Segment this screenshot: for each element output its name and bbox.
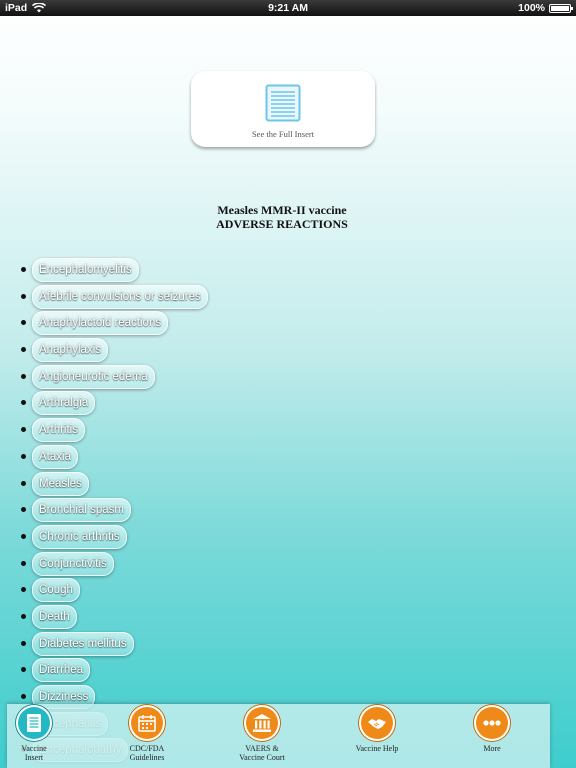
reaction-button[interactable]: Ataxia (32, 444, 78, 469)
tab-label-line: More (483, 744, 501, 753)
tab-label-line: Guidelines (129, 753, 165, 762)
bullet (21, 400, 26, 406)
tab-vaccine-insert[interactable]: Vaccine Insert (0, 704, 79, 768)
bullet (21, 480, 26, 486)
reaction-button[interactable]: Arthralgia (32, 391, 96, 416)
tab-bar: Vaccine Insert CDC/FDA Guidelines VAERS & Vac… (7, 704, 550, 768)
reaction-button[interactable]: Cough (32, 578, 80, 603)
reaction-button[interactable]: Diarrhea (32, 658, 91, 683)
reaction-button[interactable]: Conjunctivitis (32, 551, 114, 576)
document-icon (265, 84, 301, 122)
page-title: Measles MMR-II vaccine ADVERSE REACTIONS (0, 203, 564, 231)
vaccine-name: Measles MMR-II vaccine (217, 203, 347, 217)
tab-label-line: VAERS & (245, 744, 279, 753)
full-insert-label: See the Full Insert (251, 129, 315, 139)
reaction-button[interactable]: Bronchial spasm (32, 498, 132, 523)
reaction-button[interactable]: Anaphylaxis (32, 338, 109, 363)
bullet (21, 293, 26, 299)
document-icon (16, 705, 52, 741)
reaction-button[interactable]: Angioneurotic edema (32, 364, 155, 389)
tab-label: VAERS & Vaccine Court (217, 744, 307, 762)
tab-label: More (447, 744, 537, 753)
section-title: ADVERSE REACTIONS (216, 217, 348, 231)
bullet (21, 587, 26, 593)
reaction-button[interactable]: Death (32, 604, 77, 629)
bullet (21, 667, 26, 673)
reaction-button[interactable]: Anaphylactoid reactions (32, 311, 169, 336)
bullet (21, 267, 26, 272)
bullet (21, 347, 26, 353)
bullet (21, 694, 26, 699)
reaction-button[interactable]: Diabetes mellitus (32, 631, 134, 656)
courthouse-icon (244, 705, 280, 741)
bullet (21, 453, 26, 459)
bullet (21, 373, 26, 379)
status-time: 9:21 AM (268, 2, 308, 14)
reaction-button[interactable]: Measles (32, 471, 89, 496)
tab-label-line: Vaccine Court (239, 753, 285, 762)
tab-label: Vaccine Help (332, 744, 422, 753)
bullet (21, 427, 26, 433)
reaction-button[interactable]: Encephalomyelitis (32, 258, 139, 282)
full-insert-button[interactable]: See the Full Insert (191, 71, 375, 147)
bullet (21, 533, 26, 539)
tab-vaers-vaccine-court[interactable]: VAERS & Vaccine Court (217, 704, 307, 768)
bullet (21, 640, 26, 646)
tab-label-line: Vaccine (21, 744, 47, 753)
tab-label: Vaccine Insert (0, 744, 79, 762)
status-bar: iPad 9:21 AM 100% (0, 0, 576, 16)
tab-label-line: Insert (24, 753, 44, 762)
tab-label-line: CDC/FDA (129, 744, 165, 753)
reaction-button[interactable]: Arthritis (32, 418, 85, 443)
tab-vaccine-help[interactable]: Vaccine Help (332, 704, 422, 768)
bullet (21, 507, 26, 513)
tab-label: CDC/FDA Guidelines (102, 744, 192, 762)
reaction-button[interactable]: Chronic arthritis (32, 524, 127, 549)
battery-icon (549, 3, 573, 13)
tab-label-line: Vaccine Help (355, 744, 399, 753)
tab-cdc-fda-guidelines[interactable]: CDC/FDA Guidelines (102, 704, 192, 768)
bullet (21, 613, 26, 619)
bullet (21, 560, 26, 566)
tab-more[interactable]: More (447, 704, 537, 768)
bullet (21, 320, 26, 326)
reaction-button[interactable]: Afebrile convulsions or seizures (32, 284, 208, 309)
handshake-icon (359, 705, 395, 741)
battery-percent: 100% (518, 2, 545, 14)
more-dots-icon (474, 705, 510, 741)
calendar-icon (129, 705, 165, 741)
